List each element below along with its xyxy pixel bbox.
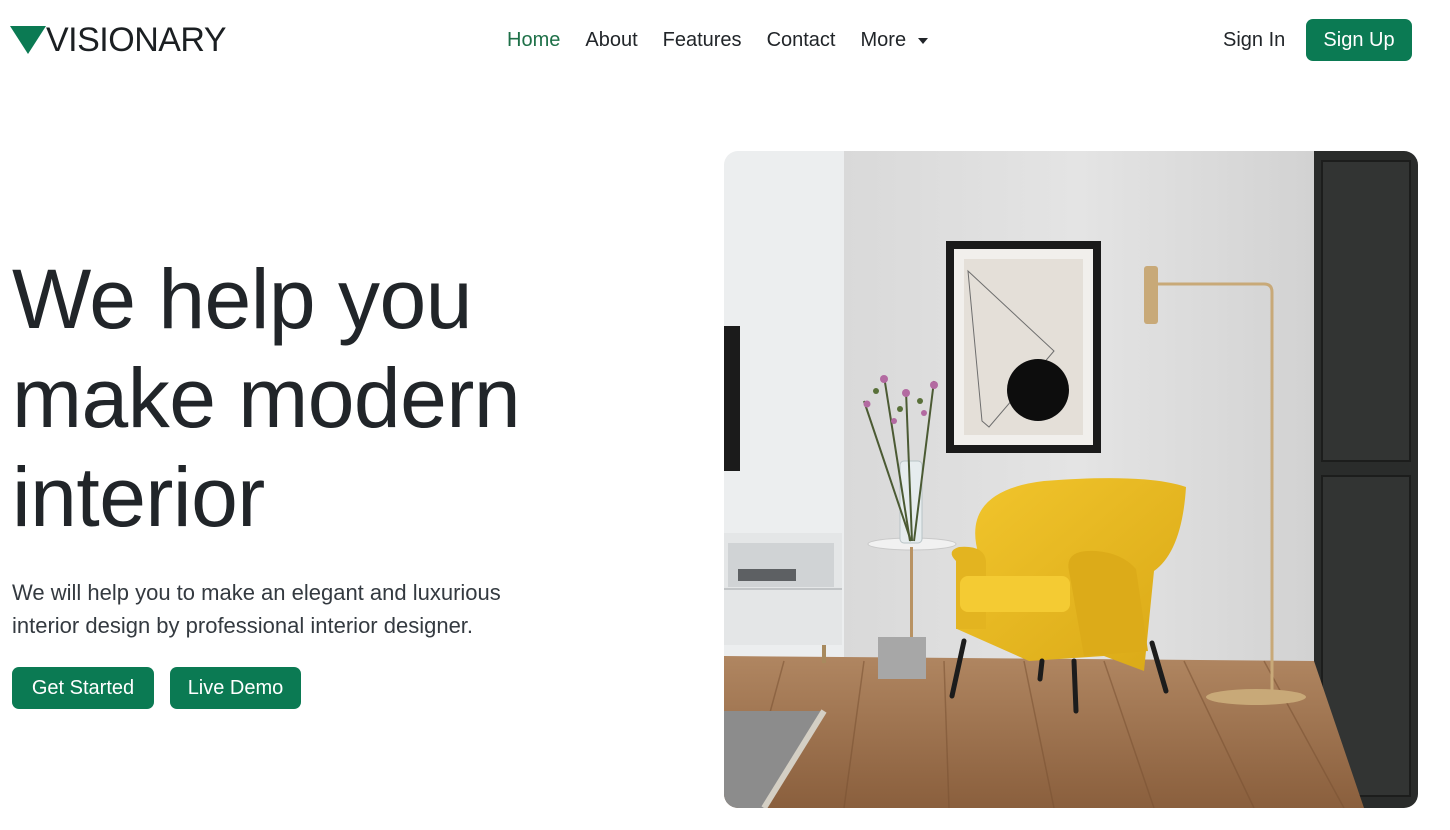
hero-title: We help you make modern interior bbox=[12, 250, 652, 547]
hero-title-line: interior bbox=[12, 450, 265, 544]
triangle-logo-icon bbox=[10, 26, 46, 54]
hero-subtitle-line: We will help you to make an elegant and … bbox=[12, 580, 501, 605]
hero-subtitle: We will help you to make an elegant and … bbox=[12, 576, 572, 642]
nav-dropdown-label: More bbox=[860, 29, 907, 51]
hero-subtitle-line: interior design by professional interior… bbox=[12, 613, 474, 638]
navbar: VISIONARY Home About Features Contact Mo… bbox=[0, 0, 1450, 80]
get-started-button[interactable]: Get Started bbox=[12, 667, 154, 709]
nav-link-features[interactable]: Features bbox=[663, 27, 742, 53]
nav-link-home[interactable]: Home bbox=[507, 27, 560, 53]
sign-in-link[interactable]: Sign In bbox=[1223, 27, 1285, 53]
nav-link-about[interactable]: About bbox=[585, 27, 637, 53]
caret-down-icon bbox=[918, 38, 929, 44]
brand-name: VISIONARY bbox=[46, 21, 227, 59]
nav-dropdown-more[interactable]: More bbox=[861, 27, 929, 53]
brand-link[interactable]: VISIONARY bbox=[10, 21, 227, 59]
hero-title-line: make modern bbox=[12, 351, 521, 445]
nav-link-contact[interactable]: Contact bbox=[767, 27, 836, 53]
live-demo-button[interactable]: Live Demo bbox=[170, 667, 301, 709]
room-illustration bbox=[724, 151, 1418, 808]
hero-title-line: We help you bbox=[12, 252, 472, 346]
nav-links: Home About Features Contact More bbox=[507, 27, 953, 53]
room-photo-image bbox=[724, 151, 1418, 808]
sign-up-button[interactable]: Sign Up bbox=[1306, 19, 1412, 61]
